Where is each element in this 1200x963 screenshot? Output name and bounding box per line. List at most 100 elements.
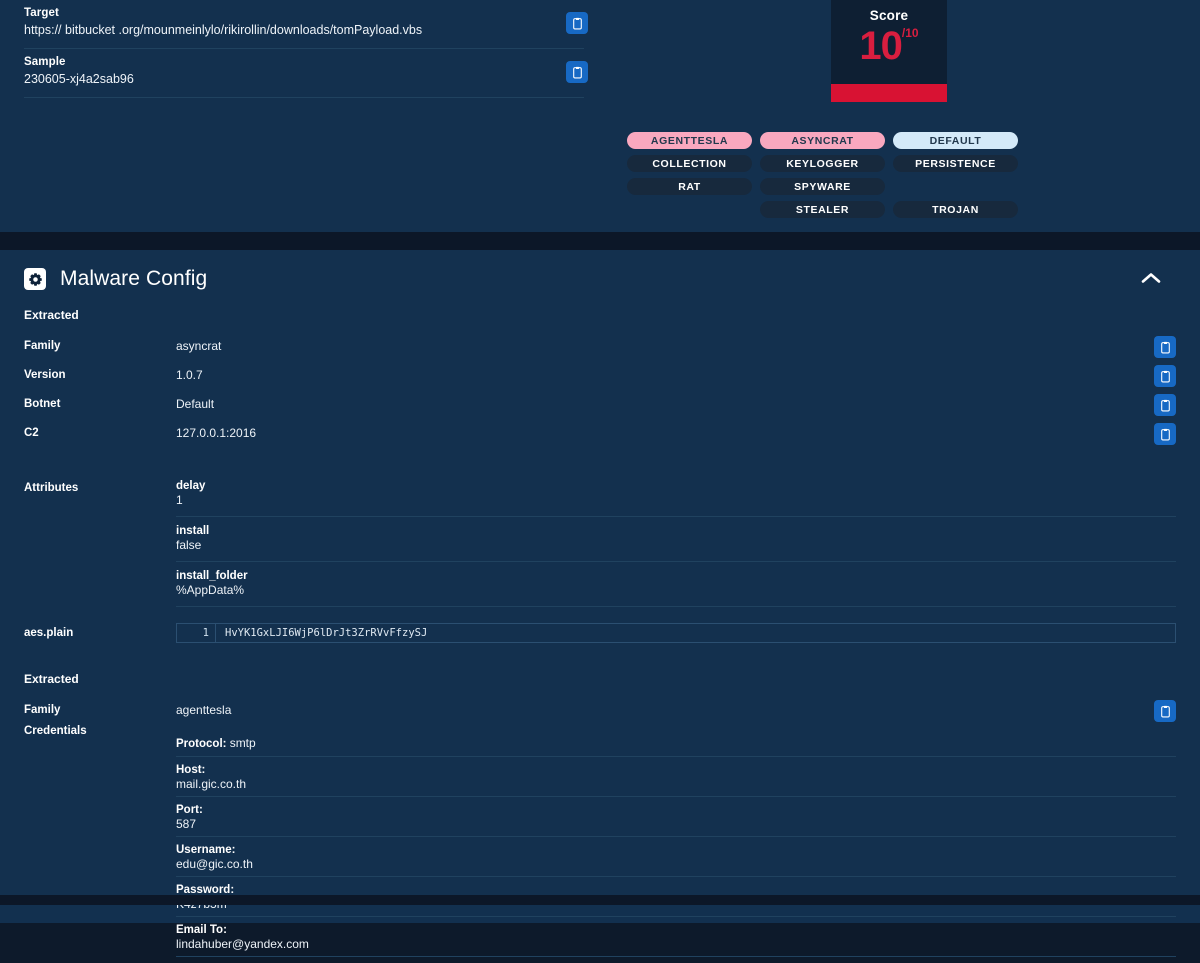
clipboard-icon bbox=[1160, 705, 1170, 717]
extracted-heading-1: Extracted bbox=[24, 308, 79, 322]
attributes-label: Attributes bbox=[24, 482, 79, 494]
config-row-version: Version 1.0.7 bbox=[24, 361, 1176, 390]
copy-c2-button[interactable] bbox=[1154, 423, 1176, 445]
section-divider bbox=[0, 232, 1200, 250]
credential-value: 587 bbox=[176, 817, 197, 831]
score-value-group: 10 /10 bbox=[859, 25, 918, 67]
credential-item: Port: 587 bbox=[176, 803, 1176, 837]
config-row-c2: C2 127.0.0.1:2016 bbox=[24, 419, 1176, 448]
code-line-text: HvYK1GxLJI6WjP6lDrJt3ZrRVvFfzySJ bbox=[225, 627, 428, 639]
score-card: Score 10 /10 bbox=[831, 0, 947, 84]
copy-target-button[interactable] bbox=[566, 12, 588, 34]
row-label: Version bbox=[24, 369, 66, 381]
copy-family-button[interactable] bbox=[1154, 336, 1176, 358]
tag-persistence[interactable]: PERSISTENCE bbox=[893, 155, 1018, 172]
row-value: asyncrat bbox=[176, 339, 222, 353]
attribute-value: 1 bbox=[176, 493, 183, 507]
credential-item: Host: mail.gic.co.th bbox=[176, 763, 1176, 797]
score-title: Score bbox=[869, 8, 909, 23]
credential-value: mail.gic.co.th bbox=[176, 777, 247, 791]
credential-protocol: Protocol: smtp bbox=[176, 736, 1176, 752]
tag-default[interactable]: DEFAULT bbox=[893, 132, 1018, 149]
aes-plain-code-block[interactable]: 1 HvYK1GxLJI6WjP6lDrJt3ZrRVvFfzySJ bbox=[176, 623, 1176, 643]
row-label: Family bbox=[24, 340, 61, 352]
credential-key: Username: bbox=[176, 844, 236, 856]
credential-item: Username: edu@gic.co.th bbox=[176, 843, 1176, 877]
score-denominator: /10 bbox=[901, 26, 919, 40]
tag-asyncrat[interactable]: ASYNCRAT bbox=[760, 132, 885, 149]
collapse-toggle-button[interactable] bbox=[1140, 270, 1162, 288]
footer-strip bbox=[0, 895, 1200, 905]
row-value: agenttesla bbox=[176, 703, 232, 717]
clipboard-icon bbox=[1160, 341, 1170, 353]
row-value: 1.0.7 bbox=[176, 368, 203, 382]
row-value: 127.0.0.1:2016 bbox=[176, 426, 257, 440]
target-sample-block: Target https:// bitbucket .org/mounmeinl… bbox=[24, 0, 588, 98]
sample-row: Sample 230605-xj4a2sab96 bbox=[24, 49, 588, 98]
tag-agenttesla[interactable]: AGENTTESLA bbox=[627, 132, 752, 149]
config-row-family-2: Family agenttesla bbox=[24, 696, 1176, 725]
tag-trojan[interactable]: TROJAN bbox=[893, 201, 1018, 218]
clipboard-icon bbox=[1160, 370, 1170, 382]
credential-value: smtp bbox=[229, 736, 256, 750]
credential-key: Host: bbox=[176, 764, 206, 776]
config-row-credentials: Credentials Protocol: smtp Host: mail.gi… bbox=[24, 725, 1176, 963]
attribute-value: false bbox=[176, 538, 202, 552]
config-gear-icon bbox=[24, 268, 46, 290]
tag-stealer[interactable]: STEALER bbox=[760, 201, 885, 218]
credential-item: Protocol: smtp bbox=[176, 736, 1176, 757]
credentials-label: Credentials bbox=[24, 725, 87, 737]
copy-botnet-button[interactable] bbox=[1154, 394, 1176, 416]
malware-config-card: Malware Config Extracted Family asyncrat… bbox=[0, 250, 1200, 957]
config-row-attributes: Attributes delay 1 install false install… bbox=[24, 472, 1176, 607]
attributes-table: delay 1 install false install_folder %Ap… bbox=[176, 472, 1176, 607]
credential-key: Protocol: bbox=[176, 738, 227, 750]
malware-config-title: Malware Config bbox=[60, 267, 208, 290]
score-value: 10 bbox=[859, 24, 902, 68]
config-row-family: Family asyncrat bbox=[24, 332, 1176, 361]
config-row-botnet: Botnet Default bbox=[24, 390, 1176, 419]
credentials-table: Protocol: smtp Host: mail.gic.co.th Port… bbox=[176, 725, 1176, 963]
copy-sample-button[interactable] bbox=[566, 61, 588, 83]
tag-collection[interactable]: COLLECTION bbox=[627, 155, 752, 172]
sample-label: Sample bbox=[24, 56, 66, 68]
attribute-item: install_folder %AppData% bbox=[176, 562, 1176, 607]
target-row: Target https:// bitbucket .org/mounmeinl… bbox=[24, 0, 588, 49]
clipboard-icon bbox=[572, 17, 582, 29]
tag-keylogger[interactable]: KEYLOGGER bbox=[760, 155, 885, 172]
attribute-item: delay 1 bbox=[176, 472, 1176, 517]
copy-family-2-button[interactable] bbox=[1154, 700, 1176, 722]
credential-value: lindahuber@yandex.com bbox=[176, 937, 309, 951]
attribute-item: install false bbox=[176, 517, 1176, 562]
target-label: Target bbox=[24, 7, 59, 19]
attribute-key: delay bbox=[176, 480, 206, 492]
row-label: Family bbox=[24, 704, 61, 716]
extracted-heading-2: Extracted bbox=[24, 672, 79, 686]
row-label: Botnet bbox=[24, 398, 61, 410]
aes-plain-label: aes.plain bbox=[24, 627, 74, 639]
credential-item: Email To: lindahuber@yandex.com bbox=[176, 923, 1176, 957]
attribute-value: %AppData% bbox=[176, 583, 245, 597]
code-line-number: 1 bbox=[177, 624, 216, 642]
copy-version-button[interactable] bbox=[1154, 365, 1176, 387]
tag-list: AGENTTESLA ASYNCRAT DEFAULT COLLECTION K… bbox=[627, 132, 1147, 218]
sample-value: 230605-xj4a2sab96 bbox=[24, 72, 134, 86]
row-value: Default bbox=[176, 397, 215, 411]
row-label: C2 bbox=[24, 427, 39, 439]
target-value: https:// bitbucket .org/mounmeinlylo/rik… bbox=[24, 23, 423, 37]
summary-panel: Target https:// bitbucket .org/mounmeinl… bbox=[0, 0, 1200, 232]
report-page: Target https:// bitbucket .org/mounmeinl… bbox=[0, 0, 1200, 957]
chevron-up-icon bbox=[1141, 272, 1161, 283]
attribute-key: install bbox=[176, 525, 210, 537]
attribute-key: install_folder bbox=[176, 570, 248, 582]
tag-spyware[interactable]: SPYWARE bbox=[760, 178, 885, 195]
clipboard-icon bbox=[1160, 428, 1170, 440]
malware-config-header[interactable]: Malware Config bbox=[0, 250, 1200, 308]
credential-key: Port: bbox=[176, 804, 203, 816]
clipboard-icon bbox=[1160, 399, 1170, 411]
config-row-aes-plain: aes.plain 1 HvYK1GxLJI6WjP6lDrJt3ZrRVvFf… bbox=[24, 623, 1176, 643]
tag-rat[interactable]: RAT bbox=[627, 178, 752, 195]
credential-key: Email To: bbox=[176, 924, 227, 936]
